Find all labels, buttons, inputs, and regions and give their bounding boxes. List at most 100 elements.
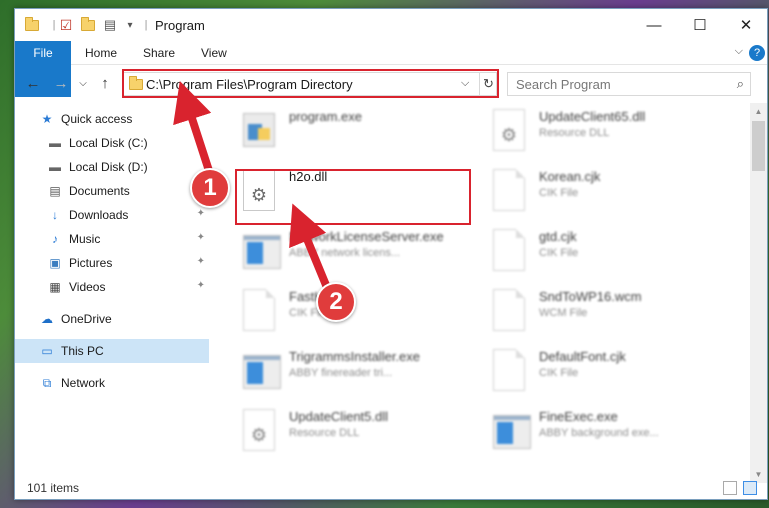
file-name: NetworkLicenseServer.exe xyxy=(289,229,444,244)
search-icon[interactable]: ⌕ xyxy=(737,76,744,92)
drive-icon: ▬ xyxy=(49,160,61,174)
pin-icon: ✦ xyxy=(196,256,205,267)
back-arrow-icon: ← xyxy=(25,74,41,92)
sidebar-item-label: Local Disk (C:) xyxy=(69,136,148,150)
sidebar-item-music[interactable]: ♪ Music ✦ xyxy=(15,227,209,251)
list-item[interactable]: gtd.cjk CIK File xyxy=(477,225,717,281)
up-arrow-icon: ↑ xyxy=(101,74,109,92)
file-name: UpdateClient65.dll xyxy=(539,109,646,124)
file-description: CIK File xyxy=(539,367,579,379)
document-file-icon xyxy=(493,349,529,393)
recent-locations-button[interactable]: ⌵ xyxy=(73,73,93,93)
document-file-icon xyxy=(243,289,279,333)
sidebar-item-local-disk-d[interactable]: ▬ Local Disk (D:) xyxy=(15,155,209,179)
music-icon: ♪ xyxy=(52,232,58,246)
step-marker-2: 2 xyxy=(316,282,356,322)
sidebar-item-label: Documents xyxy=(69,184,130,198)
sidebar-item-local-disk-c[interactable]: ▬ Local Disk (C:) xyxy=(15,131,209,155)
sidebar-item-label: Music xyxy=(69,232,101,246)
exe-file-icon xyxy=(243,349,281,393)
scrollbar-thumb[interactable] xyxy=(752,121,765,171)
file-name: gtd.cjk xyxy=(539,229,577,244)
network-icon: ⧉ xyxy=(42,375,52,390)
file-name: FineExec.exe xyxy=(539,409,618,424)
cloud-icon: ☁ xyxy=(41,312,53,326)
document-file-icon xyxy=(493,289,529,333)
back-button[interactable]: ← xyxy=(23,73,43,93)
search-placeholder: Search Program xyxy=(516,77,611,92)
file-description: CIK File xyxy=(539,187,579,199)
minimize-icon: — xyxy=(646,16,662,34)
pin-icon: ✦ xyxy=(196,280,205,291)
address-bar-highlight xyxy=(122,69,499,98)
navigation-pane: ★ Quick access ▬ Local Disk (C:) ▬ Local… xyxy=(15,103,211,463)
sidebar-item-label: Pictures xyxy=(69,256,113,270)
star-icon: ★ xyxy=(41,112,53,126)
customize-quick-access-icon[interactable]: ▤ xyxy=(101,16,119,34)
list-item[interactable]: NetworkLicenseServer.exe ABBY network li… xyxy=(227,225,467,281)
forward-button[interactable]: → xyxy=(51,73,71,93)
address-row: ← → ⌵ ↑ C:\Program Files\Program Directo… xyxy=(15,67,767,99)
exe-file-icon xyxy=(243,109,279,153)
title-bar: | ☑ ▤ ▾ | Program — ☐ ✕ xyxy=(15,9,767,41)
search-input[interactable]: Search Program ⌕ xyxy=(507,72,751,96)
document-file-icon xyxy=(493,169,529,213)
list-item[interactable]: ⚙ UpdateClient65.dll Resource DLL xyxy=(477,105,717,161)
list-item[interactable]: ⚙ UpdateClient5.dll Resource DLL xyxy=(227,405,467,461)
sidebar-item-network[interactable]: ⧉ Network xyxy=(15,371,209,395)
sidebar-item-onedrive[interactable]: ☁ OneDrive xyxy=(15,307,209,331)
sidebar-item-label: This PC xyxy=(61,344,104,358)
scroll-up-icon[interactable]: ▲ xyxy=(750,103,767,120)
sidebar-item-label: Network xyxy=(61,376,106,390)
list-item[interactable]: FineExec.exe ABBY background exe... xyxy=(477,405,717,461)
new-folder-icon[interactable] xyxy=(79,16,97,34)
document-file-icon xyxy=(493,229,529,273)
tab-view[interactable]: View xyxy=(201,41,227,65)
close-button[interactable]: ✕ xyxy=(723,9,769,41)
sidebar-item-this-pc[interactable]: ▭ This PC xyxy=(15,339,209,363)
tab-share[interactable]: Share xyxy=(143,41,175,65)
download-icon: ↓ xyxy=(52,208,58,222)
file-list: program.exe ⚙ h2o.dll NetworkLicenseServ… xyxy=(223,103,747,467)
close-icon: ✕ xyxy=(739,17,753,34)
list-item[interactable]: Korean.cjk CIK File xyxy=(477,165,717,221)
step-marker-1: 1 xyxy=(190,168,230,208)
file-name: Korean.cjk xyxy=(539,169,601,184)
forward-arrow-icon: → xyxy=(53,74,69,92)
vertical-scrollbar[interactable]: ▲ ▼ xyxy=(750,103,767,483)
computer-icon: ▭ xyxy=(41,344,53,358)
sidebar-item-label: Local Disk (D:) xyxy=(69,160,148,174)
details-view-button[interactable] xyxy=(723,481,737,495)
expand-ribbon-icon[interactable]: ⌵ xyxy=(735,45,743,58)
file-name: program.exe xyxy=(289,109,362,124)
minimize-button[interactable]: — xyxy=(631,9,677,41)
item-count: 101 items xyxy=(27,481,80,495)
maximize-button[interactable]: ☐ xyxy=(677,9,723,41)
file-description: ABBY network licens... xyxy=(289,247,401,259)
status-bar: 101 items xyxy=(15,477,767,499)
properties-checkbox-icon[interactable]: ☑ xyxy=(57,16,75,34)
file-description: WCM File xyxy=(539,307,588,319)
sidebar-item-label: Downloads xyxy=(69,208,129,222)
pictures-icon: ▣ xyxy=(49,256,61,270)
h2o-dll-highlight xyxy=(235,169,471,225)
large-icons-view-button[interactable] xyxy=(743,481,757,495)
help-icon[interactable]: ? xyxy=(749,45,765,61)
sidebar-item-pictures[interactable]: ▣ Pictures ✦ xyxy=(15,251,209,275)
folder-icon xyxy=(23,16,41,34)
list-item[interactable]: SndToWP16.wcm WCM File xyxy=(477,285,717,341)
tab-home[interactable]: Home xyxy=(85,41,117,65)
sidebar-item-quick-access[interactable]: ★ Quick access xyxy=(15,107,209,131)
videos-icon: ▦ xyxy=(49,280,61,294)
dll-file-icon: ⚙ xyxy=(493,109,529,153)
sidebar-item-documents[interactable]: ▤ Documents xyxy=(15,179,209,203)
list-item[interactable]: program.exe xyxy=(227,105,467,161)
file-description: ABBY finereader tri... xyxy=(289,367,393,379)
sidebar-item-downloads[interactable]: ↓ Downloads ✦ xyxy=(15,203,209,227)
documents-icon: ▤ xyxy=(49,184,61,198)
sidebar-item-label: Videos xyxy=(69,280,106,294)
up-button[interactable]: ↑ xyxy=(95,73,115,93)
list-item[interactable]: DefaultFont.cjk CIK File xyxy=(477,345,717,401)
list-item[interactable]: TrigrammsInstaller.exe ABBY finereader t… xyxy=(227,345,467,401)
sidebar-item-videos[interactable]: ▦ Videos ✦ xyxy=(15,275,209,299)
